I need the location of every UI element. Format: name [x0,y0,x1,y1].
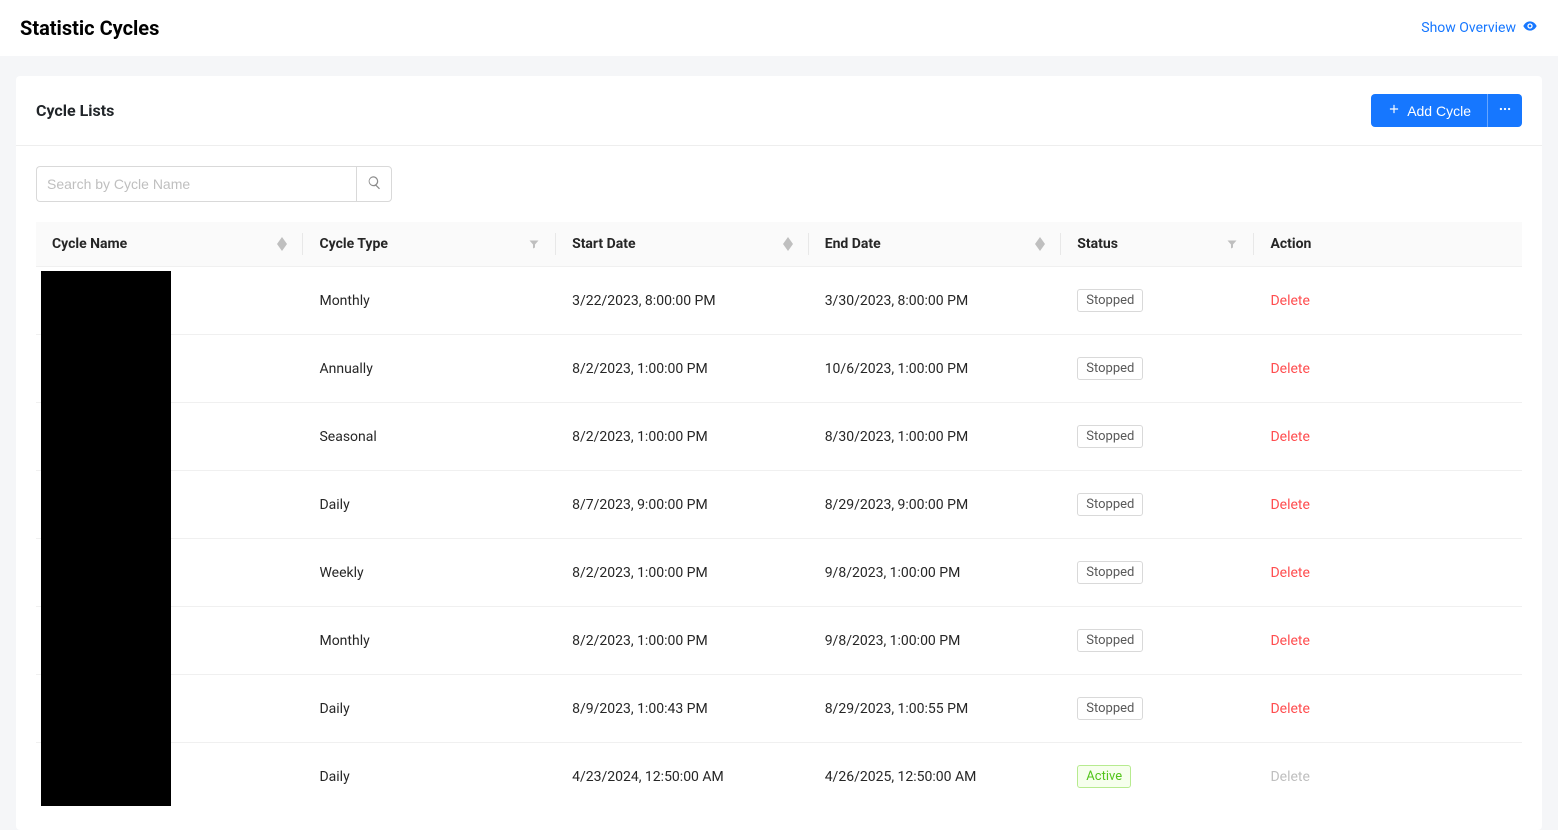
cell-end-date: 9/8/2023, 1:00:00 PM [809,539,1062,607]
cell-status: Stopped [1061,335,1254,403]
table-row: Monthly8/2/2023, 1:00:00 PM9/8/2023, 1:0… [36,607,1522,675]
cell-action: Delete [1254,403,1522,471]
sort-icon[interactable] [783,237,793,251]
show-overview-label: Show Overview [1421,20,1516,36]
cell-cycle-type: Annually [303,335,556,403]
table-row: Daily8/7/2023, 9:00:00 PM8/29/2023, 9:00… [36,471,1522,539]
col-action: Action [1270,236,1311,252]
delete-button: Delete [1270,769,1309,785]
cell-status: Stopped [1061,607,1254,675]
table-row: Daily8/9/2023, 1:00:43 PM8/29/2023, 1:00… [36,675,1522,743]
status-badge: Stopped [1077,629,1143,652]
delete-button[interactable]: Delete [1270,497,1309,513]
cell-cycle-type: Daily [303,675,556,743]
filter-icon[interactable] [1226,238,1238,250]
add-cycle-button[interactable]: Add Cycle [1371,94,1487,127]
card-title: Cycle Lists [36,101,114,120]
sort-icon[interactable] [277,237,287,251]
sort-icon[interactable] [1035,237,1045,251]
cell-status: Stopped [1061,675,1254,743]
col-cycle-type[interactable]: Cycle Type [319,236,387,252]
cell-end-date: 8/30/2023, 1:00:00 PM [809,403,1062,471]
cell-status: Stopped [1061,539,1254,607]
cell-cycle-type: Monthly [303,267,556,335]
cell-action: Delete [1254,743,1522,811]
delete-button[interactable]: Delete [1270,565,1309,581]
cell-start-date: 8/2/2023, 1:00:00 PM [556,335,809,403]
cell-action: Delete [1254,267,1522,335]
search-button[interactable] [356,166,392,202]
cell-status: Stopped [1061,403,1254,471]
cell-end-date: 4/26/2025, 12:50:00 AM [809,743,1062,811]
cell-end-date: 3/30/2023, 8:00:00 PM [809,267,1062,335]
status-badge: Stopped [1077,493,1143,516]
status-badge: Stopped [1077,697,1143,720]
cell-status: Active [1061,743,1254,811]
col-cycle-name[interactable]: Cycle Name [52,236,127,252]
cell-action: Delete [1254,539,1522,607]
status-badge: Stopped [1077,357,1143,380]
cell-cycle-type: Daily [303,743,556,811]
cell-action: Delete [1254,335,1522,403]
status-badge: Stopped [1077,425,1143,448]
show-overview-link[interactable]: Show Overview [1421,18,1538,38]
table-row: Annually8/2/2023, 1:00:00 PM10/6/2023, 1… [36,335,1522,403]
filter-icon[interactable] [528,238,540,250]
cell-action: Delete [1254,675,1522,743]
cell-action: Delete [1254,607,1522,675]
delete-button[interactable]: Delete [1270,701,1309,717]
cell-action: Delete [1254,471,1522,539]
eye-icon [1522,18,1538,38]
add-cycle-label: Add Cycle [1407,103,1471,119]
ellipsis-icon [1498,102,1512,119]
col-status[interactable]: Status [1077,236,1118,252]
cell-start-date: 4/23/2024, 12:50:00 AM [556,743,809,811]
cell-end-date: 9/8/2023, 1:00:00 PM [809,607,1062,675]
cell-cycle-type: Monthly [303,607,556,675]
cell-start-date: 8/2/2023, 1:00:00 PM [556,403,809,471]
col-end-date[interactable]: End Date [825,236,881,252]
cell-cycle-type: Daily [303,471,556,539]
cell-cycle-type: Weekly [303,539,556,607]
cell-end-date: 8/29/2023, 9:00:00 PM [809,471,1062,539]
search-icon [367,175,382,193]
cell-status: Stopped [1061,267,1254,335]
cell-start-date: 8/2/2023, 1:00:00 PM [556,539,809,607]
col-start-date[interactable]: Start Date [572,236,635,252]
cell-start-date: 8/9/2023, 1:00:43 PM [556,675,809,743]
cell-cycle-type: Seasonal [303,403,556,471]
status-badge: Active [1077,765,1131,788]
status-badge: Stopped [1077,289,1143,312]
delete-button[interactable]: Delete [1270,429,1309,445]
delete-button[interactable]: Delete [1270,633,1309,649]
redacted-cycle-names [41,271,171,807]
search-input[interactable] [36,166,356,202]
cell-start-date: 8/7/2023, 9:00:00 PM [556,471,809,539]
page-title: Statistic Cycles [20,16,159,40]
cell-end-date: 8/29/2023, 1:00:55 PM [809,675,1062,743]
plus-icon [1387,102,1401,119]
table-row: Daily4/23/2024, 12:50:00 AM4/26/2025, 12… [36,743,1522,811]
cell-end-date: 10/6/2023, 1:00:00 PM [809,335,1062,403]
cell-start-date: 3/22/2023, 8:00:00 PM [556,267,809,335]
table-row: Monthly3/22/2023, 8:00:00 PM3/30/2023, 8… [36,267,1522,335]
delete-button[interactable]: Delete [1270,293,1309,309]
table-row: Weekly8/2/2023, 1:00:00 PM9/8/2023, 1:00… [36,539,1522,607]
cell-start-date: 8/2/2023, 1:00:00 PM [556,607,809,675]
add-cycle-more-button[interactable] [1487,94,1522,127]
cell-status: Stopped [1061,471,1254,539]
status-badge: Stopped [1077,561,1143,584]
delete-button[interactable]: Delete [1270,361,1309,377]
table-row: Seasonal8/2/2023, 1:00:00 PM8/30/2023, 1… [36,403,1522,471]
